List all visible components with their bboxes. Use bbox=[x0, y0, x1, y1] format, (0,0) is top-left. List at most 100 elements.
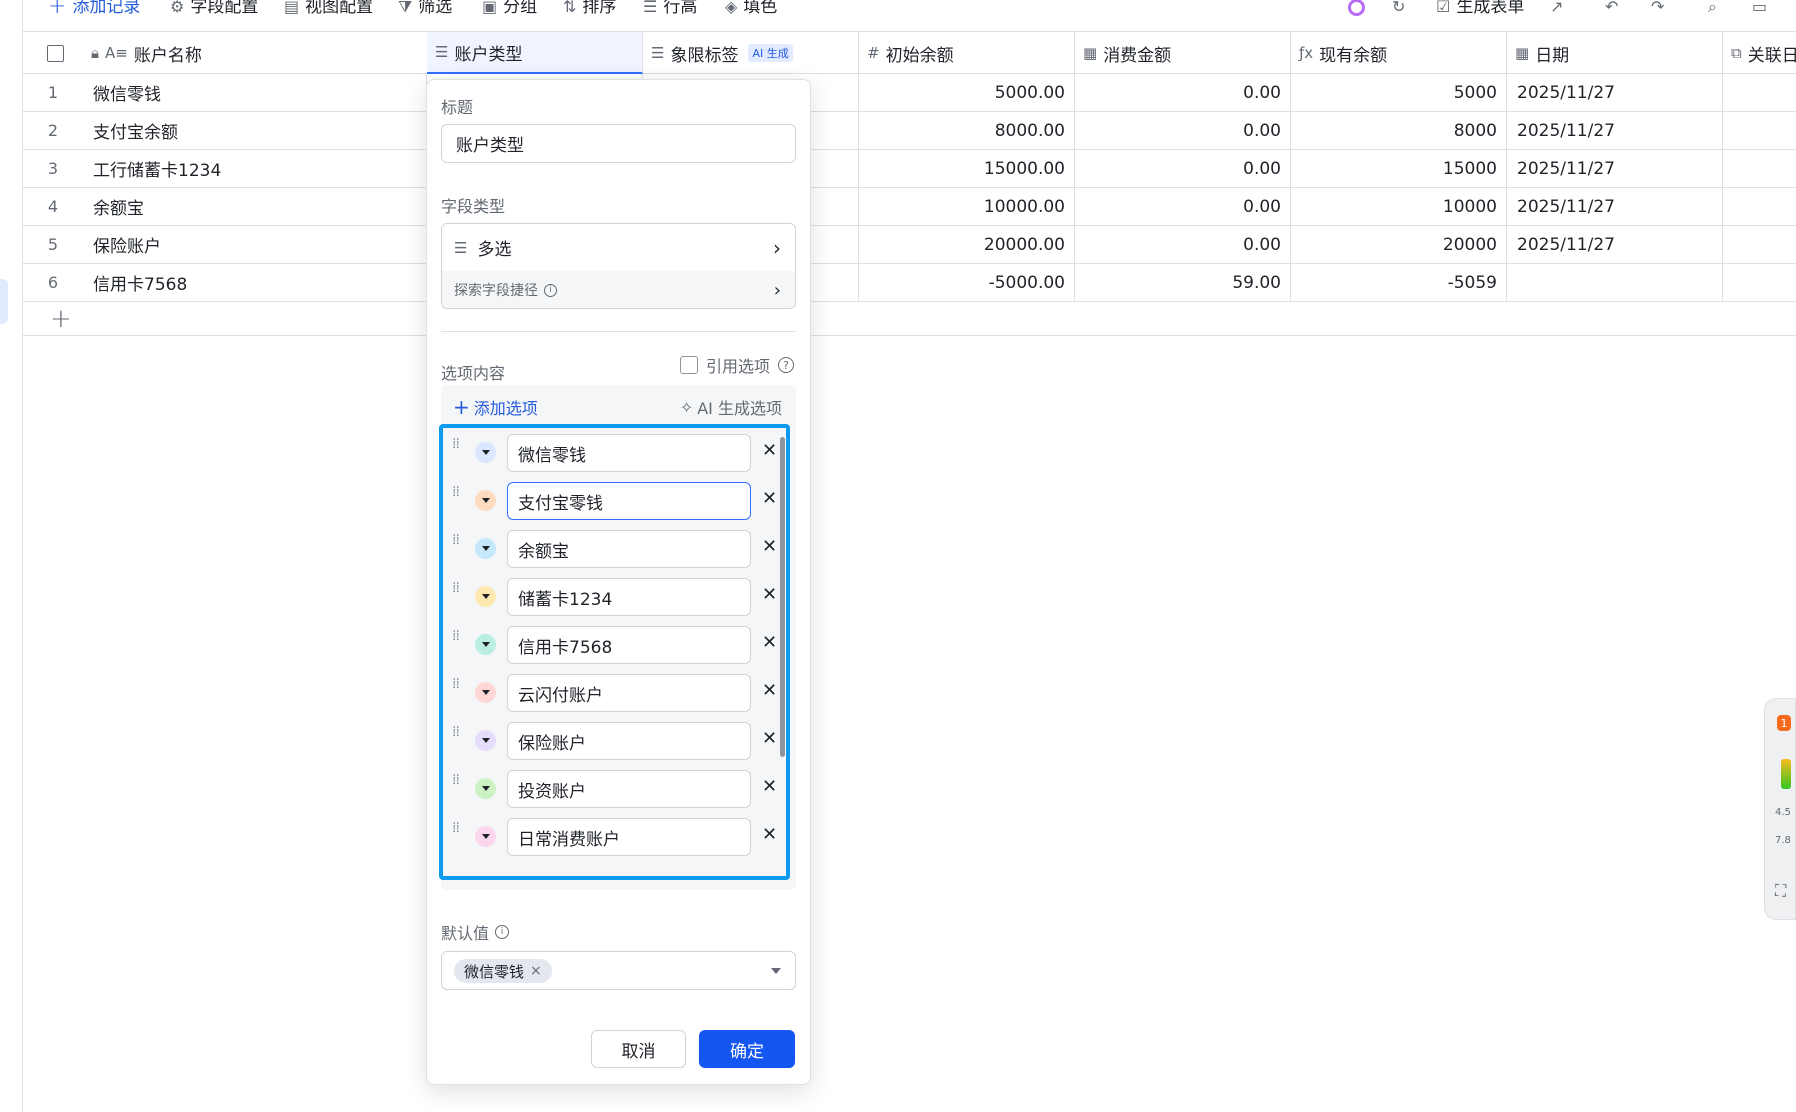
table-row[interactable]: 6 信用卡7568 -5000.00 59.00 -5059 bbox=[23, 264, 1796, 302]
filter-button[interactable]: ⧩ 筛选 bbox=[398, 0, 452, 17]
cell-linked[interactable] bbox=[1723, 112, 1796, 149]
remove-option-icon[interactable]: ✕ bbox=[762, 440, 777, 461]
comment-button[interactable]: ▭ bbox=[1752, 0, 1767, 17]
reference-options-checkbox[interactable] bbox=[679, 356, 698, 374]
option-color-picker[interactable] bbox=[475, 682, 496, 703]
automation-button[interactable]: ↻ bbox=[1392, 0, 1405, 17]
cell-account-name[interactable]: 微信零钱 bbox=[83, 74, 427, 111]
cell-spent-amount[interactable]: 0.00 bbox=[1075, 188, 1291, 225]
cell-date[interactable] bbox=[1507, 264, 1723, 301]
cell-linked[interactable] bbox=[1723, 74, 1796, 111]
sort-button[interactable]: ⇅ 排序 bbox=[563, 0, 616, 17]
cell-spent-amount[interactable]: 0.00 bbox=[1075, 74, 1291, 111]
cell-current-balance[interactable]: -5059 bbox=[1291, 264, 1507, 301]
option-color-picker[interactable] bbox=[475, 778, 496, 799]
table-row[interactable]: 2 支付宝余额 8000.00 0.00 8000 2025/11/27 bbox=[23, 112, 1796, 150]
view-config-button[interactable]: ▤ 视图配置 bbox=[284, 0, 373, 17]
cell-initial-balance[interactable]: 8000.00 bbox=[859, 112, 1075, 149]
row-index[interactable]: 1 bbox=[23, 74, 83, 111]
column-header-initial-balance[interactable]: # 初始余额 bbox=[859, 32, 1075, 74]
cell-current-balance[interactable]: 5000 bbox=[1291, 74, 1507, 111]
drag-handle-icon[interactable]: ⁞⁞ bbox=[452, 533, 460, 547]
redo-button[interactable]: ↷ bbox=[1651, 0, 1664, 17]
cell-linked[interactable] bbox=[1723, 150, 1796, 187]
field-config-button[interactable]: ⚙ 字段配置 bbox=[170, 0, 258, 17]
row-height-button[interactable]: ☰ 行高 bbox=[643, 0, 697, 17]
row-index[interactable]: 3 bbox=[23, 150, 83, 187]
option-input[interactable]: 保险账户 bbox=[507, 722, 751, 760]
cell-current-balance[interactable]: 8000 bbox=[1291, 112, 1507, 149]
drag-handle-icon[interactable]: ⁞⁞ bbox=[452, 629, 460, 643]
option-color-picker[interactable] bbox=[475, 586, 496, 607]
options-list[interactable]: ⁞⁞ 微信零钱 ✕ ⁞⁞ 支付宝零钱 ✕ ⁞⁞ 余额宝 ✕ ⁞⁞ 储蓄卡1234 ✕ ⁞⁞ 信用卡7568… bbox=[439, 424, 790, 880]
drag-handle-icon[interactable]: ⁞⁞ bbox=[452, 581, 460, 595]
cell-initial-balance[interactable]: 5000.00 bbox=[859, 74, 1075, 111]
option-input[interactable]: 支付宝零钱 bbox=[507, 482, 751, 520]
cell-initial-balance[interactable]: 10000.00 bbox=[859, 188, 1075, 225]
column-header-current-balance[interactable]: ƒx 现有余额 bbox=[1291, 32, 1507, 74]
group-button[interactable]: ▣ 分组 bbox=[482, 0, 537, 17]
network-monitor-widget[interactable]: 1 4.5 7.8 ⛶ bbox=[1764, 698, 1796, 920]
cell-date[interactable]: 2025/11/27 bbox=[1507, 150, 1723, 187]
cell-spent-amount[interactable]: 59.00 bbox=[1075, 264, 1291, 301]
close-icon[interactable]: × bbox=[530, 963, 542, 979]
add-option-button[interactable]: + 添加选项 bbox=[453, 395, 538, 419]
table-row[interactable]: 5 保险账户 20000.00 0.00 20000 2025/11/27 bbox=[23, 226, 1796, 264]
select-all-checkbox[interactable] bbox=[23, 32, 67, 74]
drag-handle-icon[interactable]: ⁞⁞ bbox=[452, 677, 460, 691]
remove-option-icon[interactable]: ✕ bbox=[762, 728, 777, 749]
title-input[interactable]: 账户类型 bbox=[441, 124, 796, 163]
table-row[interactable]: 1 微信零钱 5000.00 0.00 5000 2025/11/27 bbox=[23, 74, 1796, 112]
cell-date[interactable]: 2025/11/27 bbox=[1507, 226, 1723, 263]
cell-spent-amount[interactable]: 0.00 bbox=[1075, 150, 1291, 187]
drag-handle-icon[interactable]: ⁞⁞ bbox=[452, 725, 460, 739]
option-input[interactable]: 微信零钱 bbox=[507, 434, 751, 472]
option-input[interactable]: 日常消费账户 bbox=[507, 818, 751, 856]
table-row[interactable]: 4 余额宝 10000.00 0.00 10000 2025/11/27 bbox=[23, 188, 1796, 226]
drag-handle-icon[interactable]: ⁞⁞ bbox=[452, 821, 460, 835]
cell-initial-balance[interactable]: 15000.00 bbox=[859, 150, 1075, 187]
cell-initial-balance[interactable]: 20000.00 bbox=[859, 226, 1075, 263]
cell-account-name[interactable]: 余额宝 bbox=[83, 188, 427, 225]
drag-handle-icon[interactable]: ⁞⁞ bbox=[452, 437, 460, 451]
option-input[interactable]: 云闪付账户 bbox=[507, 674, 751, 712]
cell-account-name[interactable]: 工行储蓄卡1234 bbox=[83, 150, 427, 187]
drag-handle-icon[interactable]: ⁞⁞ bbox=[452, 485, 460, 499]
cell-current-balance[interactable]: 10000 bbox=[1291, 188, 1507, 225]
remove-option-icon[interactable]: ✕ bbox=[762, 584, 777, 605]
ai-assistant-button[interactable] bbox=[1348, 0, 1365, 17]
cell-linked[interactable] bbox=[1723, 188, 1796, 225]
share-button[interactable]: ↗ bbox=[1550, 0, 1563, 17]
add-record-button[interactable]: + 添加记录 bbox=[48, 0, 140, 18]
cell-spent-amount[interactable]: 0.00 bbox=[1075, 226, 1291, 263]
remove-option-icon[interactable]: ✕ bbox=[762, 776, 777, 797]
cancel-button[interactable]: 取消 bbox=[591, 1030, 686, 1068]
table-row[interactable]: 3 工行储蓄卡1234 15000.00 0.00 15000 2025/11/27 bbox=[23, 150, 1796, 188]
drag-handle-icon[interactable]: ⁞⁞ bbox=[452, 773, 460, 787]
option-input[interactable]: 储蓄卡1234 bbox=[507, 578, 751, 616]
reference-options-toggle[interactable]: 引用选项 ? bbox=[679, 353, 794, 377]
field-type-dropdown[interactable]: ☰ 多选 › bbox=[442, 224, 795, 271]
option-color-picker[interactable] bbox=[475, 538, 496, 559]
option-color-picker[interactable] bbox=[475, 826, 496, 847]
search-button[interactable]: ⌕ bbox=[1708, 0, 1717, 17]
option-input[interactable]: 余额宝 bbox=[507, 530, 751, 568]
undo-button[interactable]: ↶ bbox=[1605, 0, 1618, 17]
option-input[interactable]: 信用卡7568 bbox=[507, 626, 751, 664]
remove-option-icon[interactable]: ✕ bbox=[762, 824, 777, 845]
column-header-linked[interactable]: ⧉ 关联日 bbox=[1723, 32, 1796, 74]
row-index[interactable]: 2 bbox=[23, 112, 83, 149]
remove-option-icon[interactable]: ✕ bbox=[762, 536, 777, 557]
cell-current-balance[interactable]: 20000 bbox=[1291, 226, 1507, 263]
option-color-picker[interactable] bbox=[475, 634, 496, 655]
option-color-picker[interactable] bbox=[475, 730, 496, 751]
option-color-picker[interactable] bbox=[475, 442, 496, 463]
column-header-quadrant-tag[interactable]: ☰ 象限标签 AI 生成 bbox=[643, 32, 859, 74]
default-value-select[interactable]: 微信零钱 × bbox=[441, 951, 796, 990]
remove-option-icon[interactable]: ✕ bbox=[762, 680, 777, 701]
cell-linked[interactable] bbox=[1723, 264, 1796, 301]
cell-date[interactable]: 2025/11/27 bbox=[1507, 188, 1723, 225]
option-color-picker[interactable] bbox=[475, 490, 496, 511]
row-index[interactable]: 4 bbox=[23, 188, 83, 225]
cell-date[interactable]: 2025/11/27 bbox=[1507, 74, 1723, 111]
